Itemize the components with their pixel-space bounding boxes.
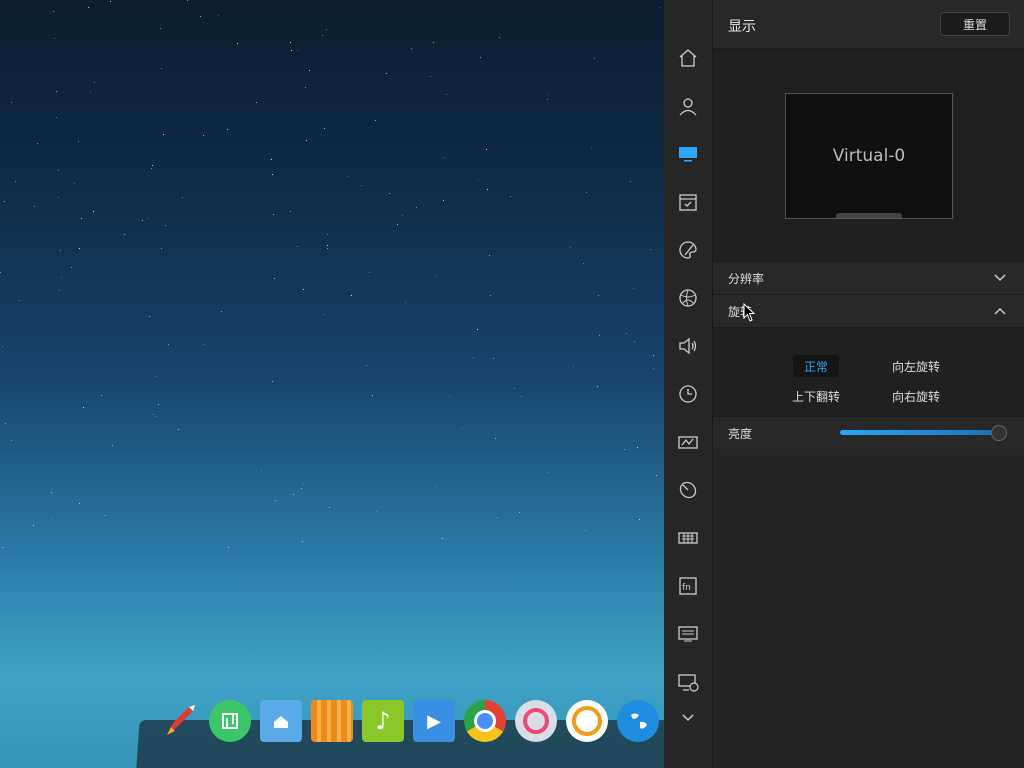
more-chevron-icon[interactable] (676, 706, 700, 730)
reset-button[interactable]: 重置 (940, 12, 1010, 36)
keyboard-icon[interactable] (676, 526, 700, 550)
mouse-icon[interactable] (676, 478, 700, 502)
file-manager-icon[interactable] (260, 700, 302, 742)
monitor-name: Virtual-0 (832, 146, 906, 166)
mouse-cursor-icon (743, 303, 755, 322)
clock-icon[interactable] (676, 382, 700, 406)
monitor-preview[interactable]: Virtual-0 (785, 93, 953, 219)
brightness-slider-fill (840, 430, 999, 435)
fn-keys-icon[interactable]: fn (676, 574, 700, 598)
resolution-label: 分辨率 (728, 271, 765, 286)
calendar-icon[interactable] (676, 190, 700, 214)
settings-icon[interactable] (515, 700, 557, 742)
app-store-icon[interactable] (311, 700, 353, 742)
settings-sidebar: fn (664, 0, 713, 768)
svg-text:fn: fn (682, 583, 691, 593)
brightness-row: 亮度 (713, 417, 1024, 449)
monitor-stand (836, 213, 902, 218)
resolution-section-header[interactable]: 分辨率 (713, 262, 1024, 295)
user-icon[interactable] (676, 94, 700, 118)
personalization-icon[interactable] (676, 238, 700, 262)
network-icon[interactable] (676, 286, 700, 310)
page-title: 显示 (728, 19, 756, 35)
display-settings-panel: 显示 重置 Virtual-0 分辨率 旋转 正常 向左旋转 上下翻转 向右旋转… (713, 0, 1024, 768)
monitor-preview-area: Virtual-0 (713, 49, 1024, 262)
brightness-slider[interactable] (840, 425, 1008, 441)
deepin-store-icon[interactable] (209, 700, 251, 742)
power-icon[interactable] (676, 430, 700, 454)
sound-icon[interactable] (676, 334, 700, 358)
rotation-normal-option[interactable]: 正常 (793, 355, 839, 377)
launcher-icon[interactable] (158, 700, 200, 742)
browser-icon[interactable] (617, 700, 659, 742)
chevron-down-icon (994, 274, 1006, 282)
brightness-label: 亮度 (728, 426, 753, 441)
home-icon[interactable] (676, 46, 700, 70)
rotation-section-header[interactable]: 旋转 (713, 295, 1024, 328)
system-info-icon[interactable] (676, 622, 700, 646)
music-icon[interactable]: ♪ (362, 700, 404, 742)
chrome-icon[interactable] (464, 700, 506, 742)
brightness-slider-thumb[interactable] (991, 425, 1008, 441)
screen-recorder-icon[interactable] (566, 700, 608, 742)
display-icon[interactable] (676, 142, 700, 166)
chevron-up-icon (994, 307, 1006, 315)
desktop-wallpaper: ♪ ▶ (0, 0, 664, 768)
rotation-flip-option[interactable]: 上下翻转 (785, 385, 847, 407)
update-icon[interactable] (676, 670, 700, 694)
rotation-left-option[interactable]: 向左旋转 (885, 355, 947, 377)
dock-app-list: ♪ ▶ (158, 700, 659, 746)
panel-header: 显示 重置 (713, 0, 1024, 49)
rotation-options: 正常 向左旋转 上下翻转 向右旋转 (713, 328, 1024, 417)
rotation-right-option[interactable]: 向右旋转 (885, 385, 947, 407)
movie-icon[interactable]: ▶ (413, 700, 455, 742)
